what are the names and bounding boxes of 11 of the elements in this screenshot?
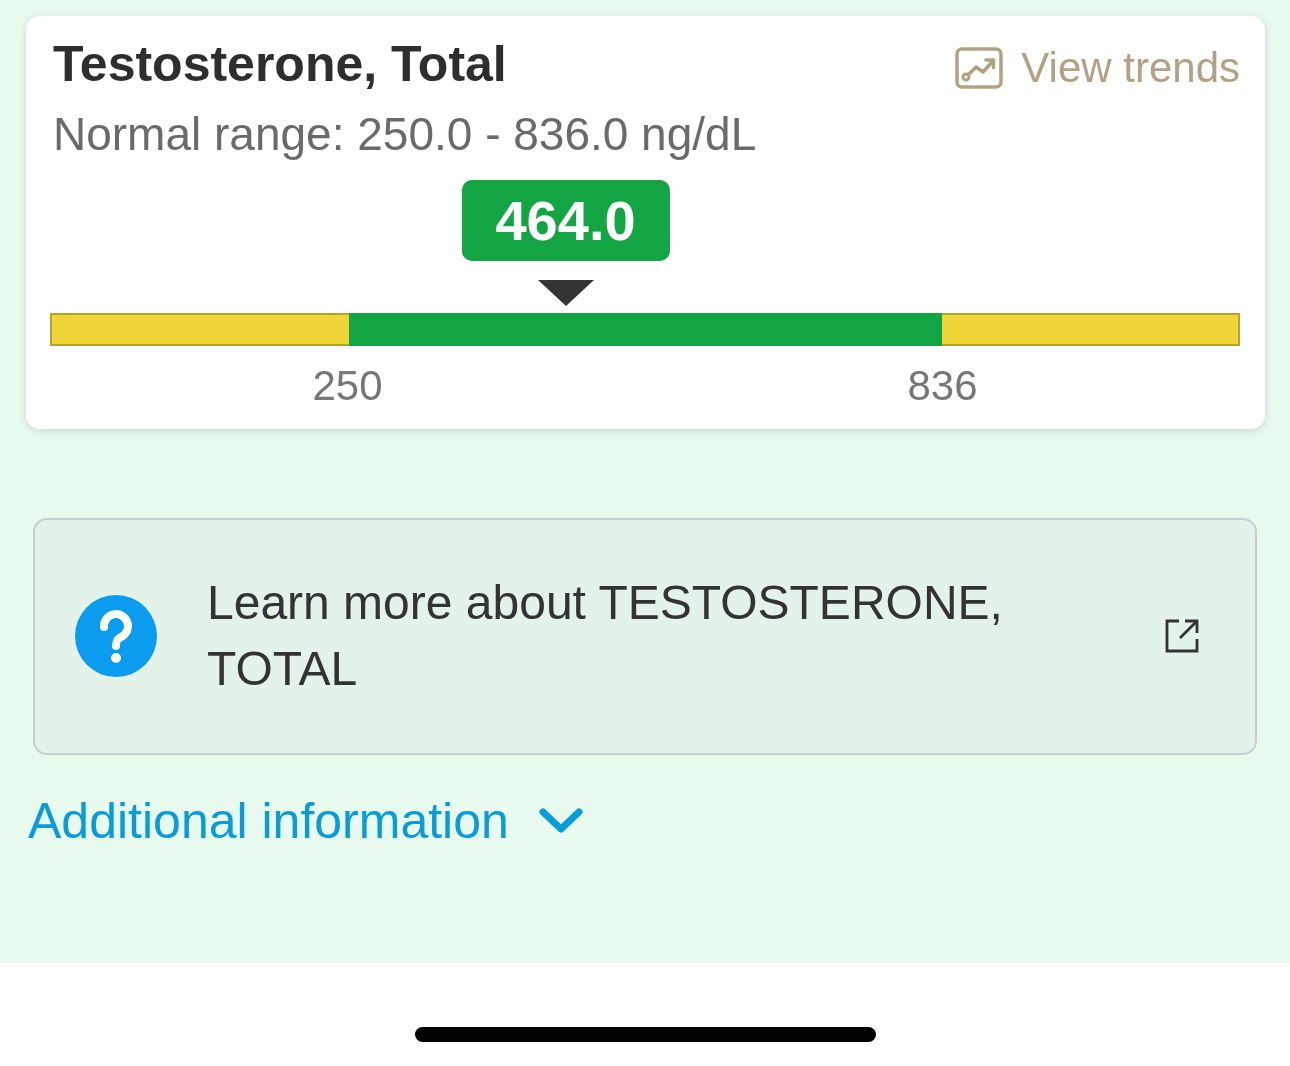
help-icon [75,595,157,678]
trend-chart-icon [955,47,1004,90]
learn-more-link[interactable]: Learn more about TESTOSTERONE, TOTAL [33,517,1257,755]
test-title: Testosterone, Total [53,36,507,94]
additional-information-toggle[interactable]: Additional information [28,792,583,851]
external-link-icon [1165,619,1199,654]
tick-label: 250 [312,362,383,411]
tick-label: 836 [907,362,978,411]
view-trends-link[interactable]: View trends [955,44,1240,93]
normal-range-text: Normal range: 250.0 - 836.0 ng/dL [53,107,758,161]
result-value-badge: 464.0 [461,180,670,262]
